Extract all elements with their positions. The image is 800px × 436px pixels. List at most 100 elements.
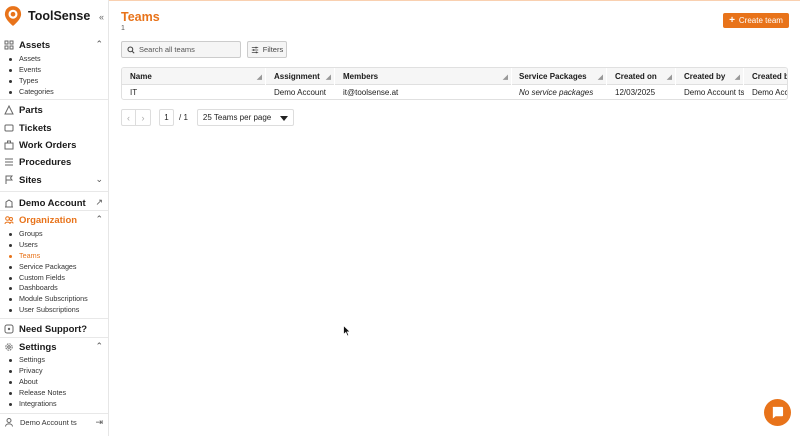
nav-need-support-label: Need Support? <box>19 323 88 335</box>
nav-demo-account[interactable]: Demo Account ↗ <box>4 196 105 210</box>
nav-procedures-label: Procedures <box>19 156 72 168</box>
cell-created-on: 12/03/2025 <box>615 88 656 97</box>
resize-handle-icon[interactable]: ◢ <box>735 69 740 85</box>
users-icon <box>4 216 14 225</box>
sidebar-item-teams[interactable]: Teams <box>8 251 106 262</box>
divider <box>0 318 108 319</box>
nav-organization-label: Organization <box>19 214 78 226</box>
nav-settings-label: Settings <box>19 341 57 353</box>
resize-handle-icon[interactable]: ◢ <box>326 69 331 85</box>
nav-tickets-label: Tickets <box>19 122 52 134</box>
nav-settings[interactable]: Settings ⌃ <box>4 340 105 354</box>
teams-table: Name ◢ Assignment ◢ Members ◢ Service Packa… <box>121 67 788 100</box>
resize-handle-icon[interactable]: ◢ <box>257 69 262 85</box>
sidebar-item-user-subscriptions[interactable]: User Subscriptions <box>8 305 106 316</box>
column-header-name[interactable]: Name ◢ <box>122 68 266 85</box>
double-chevron-left-icon[interactable]: « <box>99 12 104 22</box>
resize-handle-icon[interactable]: ◢ <box>503 69 508 85</box>
column-header-created-on[interactable]: Created on ◢ <box>607 68 676 85</box>
per-page-select[interactable]: 25 Teams per page <box>196 109 294 126</box>
table-row[interactable]: IT Demo Account it@toolsense.at No servi… <box>122 85 787 99</box>
column-header-label: Created by <box>684 72 726 81</box>
column-header-label: Members <box>343 72 379 81</box>
sidebar-item-release-notes[interactable]: Release Notes <box>8 388 106 399</box>
search-box[interactable] <box>121 41 241 58</box>
chevron-right-icon[interactable]: › <box>136 109 151 126</box>
sliders-icon <box>251 46 258 53</box>
nav-sites[interactable]: Sites ⌄ <box>4 173 105 187</box>
sidebar-item-privacy[interactable]: Privacy <box>8 366 106 377</box>
chevron-up-icon[interactable]: ⌃ <box>95 39 103 50</box>
sidebar-item-groups[interactable]: Groups <box>8 229 106 240</box>
divider <box>0 191 108 192</box>
sidebar-item-settings[interactable]: Settings <box>8 355 106 366</box>
divider <box>0 99 108 100</box>
create-team-label: Create team <box>738 16 783 25</box>
nav-sites-label: Sites <box>19 174 42 186</box>
plus-icon: + <box>729 15 735 26</box>
external-link-icon[interactable]: ↗ <box>95 197 103 208</box>
brand[interactable]: ToolSense <box>4 4 108 28</box>
current-user-name: Demo Account ts <box>20 417 77 427</box>
assets-submenu: Assets Events Types Categories <box>8 54 106 98</box>
sidebar-item-custom-fields[interactable]: Custom Fields <box>8 273 106 284</box>
team-count: 1 <box>121 25 125 32</box>
column-header-created-by-truncated[interactable]: Created b <box>744 68 787 85</box>
column-header-members[interactable]: Members ◢ <box>335 68 512 85</box>
sidebar-item-about[interactable]: About <box>8 377 106 388</box>
divider <box>0 337 108 338</box>
search-icon <box>127 45 135 54</box>
nav-need-support[interactable]: Need Support? <box>4 322 105 336</box>
briefcase-icon <box>4 140 14 150</box>
chevron-up-icon[interactable]: ⌃ <box>95 341 103 352</box>
current-user[interactable]: Demo Account ts ⇥ <box>4 412 105 432</box>
sidebar-item-categories[interactable]: Categories <box>8 87 106 98</box>
nav-work-orders[interactable]: Work Orders <box>4 138 105 152</box>
user-icon <box>5 418 13 427</box>
search-input[interactable] <box>139 45 239 54</box>
page-number-input[interactable]: 1 <box>159 109 174 126</box>
nav-organization[interactable]: Organization ⌃ <box>4 213 105 227</box>
nav-work-orders-label: Work Orders <box>19 139 77 151</box>
cell-service-packages: No service packages <box>519 88 594 97</box>
column-header-label: Created on <box>615 72 657 81</box>
chevron-up-icon[interactable]: ⌃ <box>95 214 103 225</box>
pagination: ‹ › 1 / 1 25 Teams per page <box>121 109 294 126</box>
page-title: Teams <box>121 10 160 24</box>
nav-procedures[interactable]: Procedures <box>4 155 105 169</box>
column-header-label: Assignment <box>274 72 320 81</box>
nav-demo-account-label: Demo Account <box>19 197 86 209</box>
sidebar-item-module-subscriptions[interactable]: Module Subscriptions <box>8 294 106 305</box>
sidebar-item-events[interactable]: Events <box>8 65 106 76</box>
organization-submenu: Groups Users Teams Service Packages Cust… <box>8 229 106 316</box>
nav-tickets[interactable]: Tickets <box>4 121 105 135</box>
resize-handle-icon[interactable]: ◢ <box>667 69 672 85</box>
sidebar: ToolSense « Assets ⌃ Assets Events Types… <box>0 0 109 436</box>
create-team-button[interactable]: + Create team <box>723 13 789 28</box>
page-total: / 1 <box>179 113 188 122</box>
brand-name: ToolSense <box>28 9 91 23</box>
sidebar-item-types[interactable]: Types <box>8 76 106 87</box>
sidebar-item-service-packages[interactable]: Service Packages <box>8 262 106 273</box>
cell-assignment: Demo Account <box>274 88 327 97</box>
sidebar-item-integrations[interactable]: Integrations <box>8 399 106 410</box>
filters-button[interactable]: Filters <box>247 41 287 58</box>
sidebar-item-users[interactable]: Users <box>8 240 106 251</box>
sidebar-item-assets[interactable]: Assets <box>8 54 106 65</box>
cell-created-by-truncated: Demo Acco <box>752 88 787 97</box>
chevron-down-icon[interactable]: ⌄ <box>95 174 103 185</box>
resize-handle-icon[interactable]: ◢ <box>598 69 603 85</box>
chat-button[interactable] <box>764 399 791 426</box>
column-header-created-by[interactable]: Created by ◢ <box>676 68 744 85</box>
nav-parts[interactable]: Parts <box>4 103 105 117</box>
chevron-left-icon[interactable]: ‹ <box>121 109 136 126</box>
column-header-assignment[interactable]: Assignment ◢ <box>266 68 335 85</box>
sidebar-item-dashboards[interactable]: Dashboards <box>8 283 106 294</box>
logout-icon[interactable]: ⇥ <box>95 417 103 428</box>
nav-assets[interactable]: Assets ⌃ <box>4 38 105 52</box>
column-header-service-packages[interactable]: Service Packages ◢ <box>511 68 607 85</box>
building-icon <box>5 199 13 208</box>
cell-name: IT <box>130 88 138 97</box>
parts-icon <box>4 105 14 115</box>
cell-created-by: Demo Account ts <box>684 88 744 97</box>
